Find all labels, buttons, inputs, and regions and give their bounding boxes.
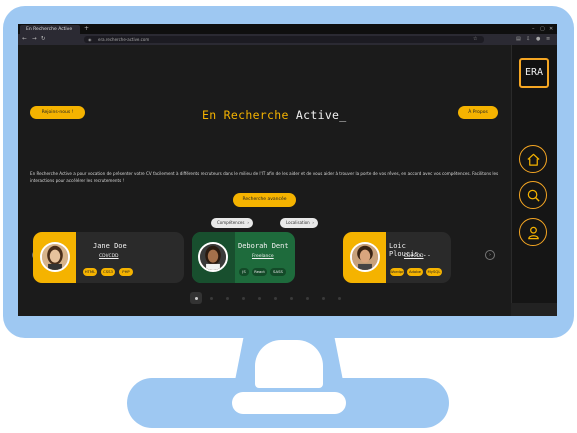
profile-card[interactable]: Loic Ploucis... CDI/CDD Wordpress Adobe …	[343, 232, 451, 283]
pagination-dot[interactable]	[274, 297, 277, 300]
site-description: En Recherche Active a pour vocation de p…	[30, 171, 499, 183]
pagination-dot[interactable]	[322, 297, 325, 300]
era-logo[interactable]: ERA	[519, 58, 549, 88]
search-icon	[527, 189, 540, 202]
pagination-dot[interactable]	[306, 297, 309, 300]
browser-tab[interactable]: En Recherche Active	[20, 25, 80, 34]
skill-tag: PHP	[119, 268, 133, 276]
pagination-dot[interactable]	[290, 297, 293, 300]
pagination-dot[interactable]	[258, 297, 261, 300]
account-icon[interactable]: ●	[536, 36, 540, 43]
pagination-dot[interactable]	[226, 297, 229, 300]
url-text: era.recherche-active.com	[98, 37, 150, 42]
pagination-dot-active[interactable]	[190, 292, 202, 304]
forward-button[interactable]: →	[32, 34, 37, 45]
url-bar[interactable]: ◉ era.recherche-active.com	[84, 36, 484, 43]
card-name: Deborah Dent	[238, 242, 289, 250]
search-button[interactable]	[519, 181, 547, 209]
monitor-neck-cutout	[255, 340, 323, 388]
card-role: CDI/CDD	[404, 254, 424, 259]
profile-card[interactable]: Deborah Dent Freelance JS React SASS	[192, 232, 295, 283]
close-window-icon[interactable]: ✕	[549, 24, 553, 34]
skill-tag: HTML	[83, 268, 97, 276]
lock-icon: ◉	[88, 37, 92, 42]
pagination-dot[interactable]	[338, 297, 341, 300]
avatar	[40, 242, 70, 272]
skill-tag: SASS	[270, 268, 286, 276]
profile-card[interactable]: Jane Doe CDI/CDD HTML CSS3 PHP	[33, 232, 184, 283]
carousel-pagination	[190, 292, 365, 304]
minimize-icon[interactable]: –	[532, 24, 535, 34]
skill-tag: Wordpress	[390, 268, 404, 276]
title-rest: Active_	[295, 108, 347, 122]
chevron-down-icon: ›	[247, 220, 249, 225]
card-role: CDI/CDD	[99, 254, 119, 259]
avatar	[350, 242, 380, 272]
location-filter[interactable]: Localisation ›	[280, 218, 318, 228]
right-sidebar: ERA	[511, 45, 557, 316]
page: Rejoins-nous ! En Recherche Active_ À Pr…	[18, 45, 557, 316]
chevron-down-icon: ›	[312, 220, 314, 225]
pagination-dot[interactable]	[210, 297, 213, 300]
home-icon	[526, 153, 540, 166]
menu-icon[interactable]: ≡	[546, 36, 550, 43]
avatar	[198, 242, 228, 272]
browser-navbar: ← → ↻ ◉ era.recherche-active.com ☆ ▤ ⇩ ●…	[18, 34, 557, 45]
monitor-screen: En Recherche Active + – ▢ ✕ ← → ↻ ◉ era.…	[18, 24, 557, 316]
carousel-next-button[interactable]: ›	[485, 250, 495, 260]
download-icon[interactable]: ⇩	[526, 36, 530, 43]
location-filter-label: Localisation	[286, 220, 310, 225]
join-button[interactable]: Rejoins-nous !	[30, 106, 85, 119]
skill-tag: CSS3	[101, 268, 115, 276]
scroll-corner	[511, 303, 557, 316]
card-role: Freelance	[252, 254, 274, 259]
skill-tag: JS	[239, 268, 249, 276]
back-button[interactable]: ←	[22, 34, 27, 45]
page-title: En Recherche Active_	[202, 108, 362, 122]
skill-tag: React	[252, 268, 267, 276]
home-button[interactable]	[519, 145, 547, 173]
reload-button[interactable]: ↻	[41, 34, 46, 45]
skills-filter-label: Compétences	[217, 220, 245, 225]
maximize-icon[interactable]: ▢	[540, 24, 545, 34]
pagination-dot[interactable]	[242, 297, 245, 300]
card-name: Jane Doe	[93, 242, 127, 250]
extensions-icon[interactable]: ▤	[516, 36, 521, 43]
skills-filter[interactable]: Compétences ›	[211, 218, 253, 228]
skill-tag: Adobe	[407, 268, 423, 276]
title-accent: En Recherche	[202, 108, 289, 122]
skill-tag: MySQL	[426, 268, 442, 276]
user-icon	[527, 226, 539, 239]
new-tab-button[interactable]: +	[84, 24, 89, 34]
browser-tabbar: En Recherche Active + – ▢ ✕	[18, 24, 557, 34]
monitor-base-cutout	[232, 392, 346, 414]
tab-title: En Recherche Active	[26, 27, 73, 32]
advanced-search-button[interactable]: Recherche avancée	[233, 193, 296, 207]
profile-button[interactable]	[519, 218, 547, 246]
bookmark-star-icon[interactable]: ☆	[473, 36, 477, 43]
about-button[interactable]: À Propos	[458, 106, 498, 119]
